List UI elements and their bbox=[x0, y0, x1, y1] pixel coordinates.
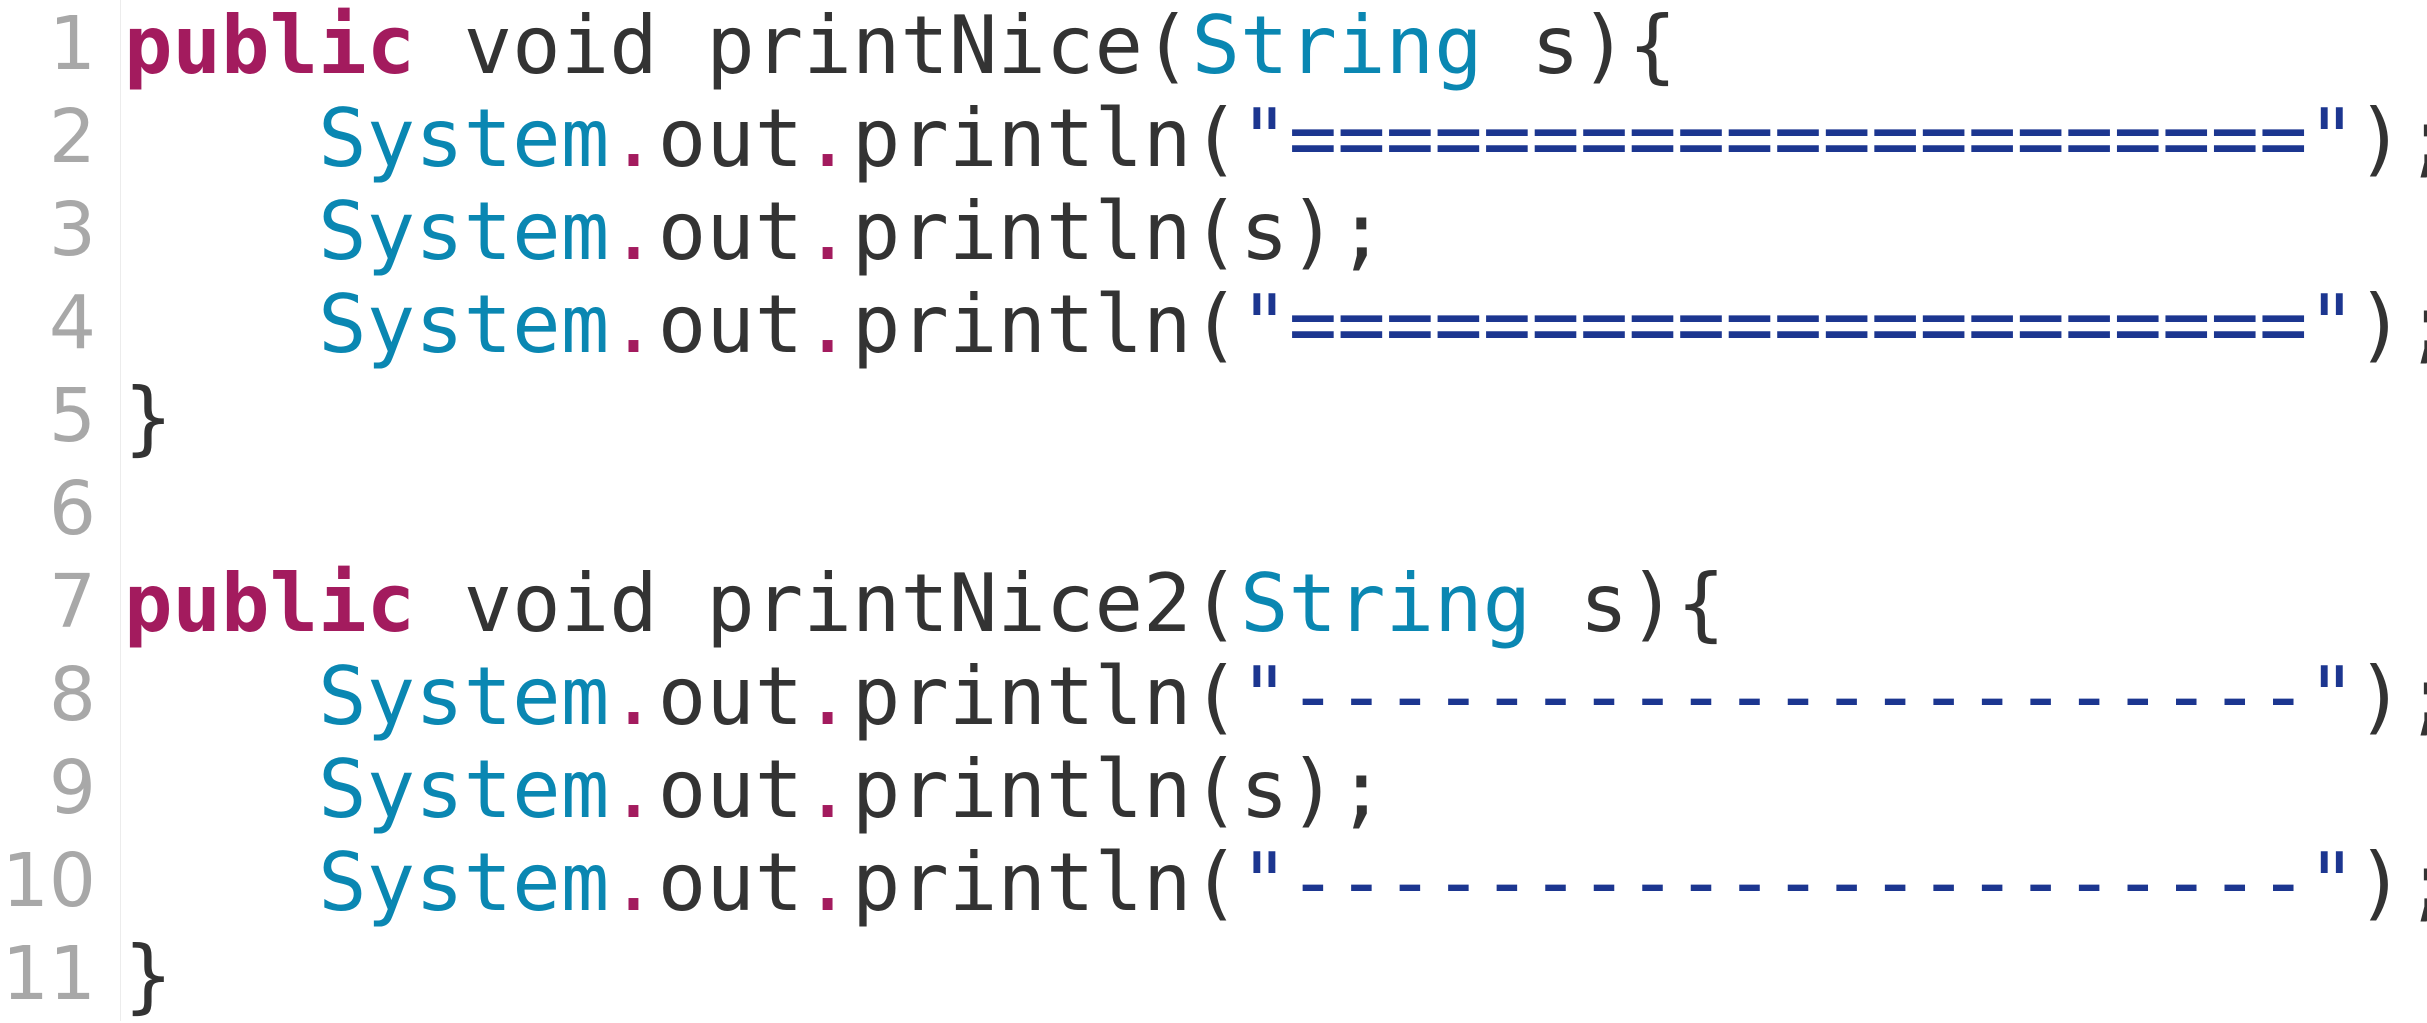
dot-token: . bbox=[803, 743, 852, 837]
line-number: 10 bbox=[1, 838, 96, 924]
dot-token: . bbox=[609, 185, 658, 279]
code-token: out bbox=[657, 836, 804, 930]
code-token: out bbox=[657, 278, 804, 372]
string-literal-token: "=====================" bbox=[1240, 278, 2357, 372]
code-token: void printNice( bbox=[415, 0, 1192, 93]
code-token: s){ bbox=[1531, 557, 1726, 651]
code-line[interactable]: 10 System.out.println("-----------------… bbox=[0, 837, 2427, 930]
dot-token: . bbox=[803, 185, 852, 279]
code-line[interactable]: 7 public void printNice2(String s){ bbox=[0, 558, 2427, 651]
code-token: println( bbox=[851, 278, 1241, 372]
type-token: System bbox=[318, 185, 610, 279]
code-token: out bbox=[657, 650, 804, 744]
code-token: out bbox=[657, 185, 804, 279]
type-token: System bbox=[318, 743, 610, 837]
code-token: ); bbox=[2356, 836, 2427, 930]
line-number: 7 bbox=[48, 559, 96, 645]
code-token: ); bbox=[2356, 278, 2427, 372]
code-line[interactable]: 9 System.out.println(s); bbox=[0, 744, 2427, 837]
line-number: 9 bbox=[48, 745, 96, 831]
code-line[interactable]: 3 System.out.println(s); bbox=[0, 186, 2427, 279]
line-number: 8 bbox=[48, 652, 96, 738]
dot-token: . bbox=[803, 836, 852, 930]
dot-token: . bbox=[609, 743, 658, 837]
code-line[interactable]: 6 bbox=[0, 465, 2427, 558]
code-token: println( bbox=[851, 650, 1241, 744]
line-number: 5 bbox=[48, 373, 96, 459]
line-code[interactable]: System.out.println("====================… bbox=[124, 279, 2427, 372]
string-literal-token: "---------------------" bbox=[1240, 650, 2357, 744]
code-line[interactable]: 1 public void printNice(String s){ bbox=[0, 0, 2427, 93]
code-line[interactable]: 11} bbox=[0, 930, 2427, 1023]
line-number: 1 bbox=[48, 1, 96, 87]
line-code[interactable]: System.out.println("====================… bbox=[124, 93, 2427, 186]
code-line[interactable]: 2 System.out.println("==================… bbox=[0, 93, 2427, 186]
dot-token: . bbox=[803, 92, 852, 186]
line-number: 6 bbox=[48, 466, 96, 552]
line-code[interactable]: System.out.println("--------------------… bbox=[124, 837, 2427, 930]
code-token: out bbox=[657, 92, 804, 186]
dot-token: . bbox=[609, 92, 658, 186]
code-token: println(s); bbox=[851, 743, 1386, 837]
dot-token: . bbox=[609, 836, 658, 930]
code-token: ); bbox=[2356, 92, 2427, 186]
dot-token: . bbox=[803, 278, 852, 372]
code-token: } bbox=[124, 371, 173, 465]
code-editor[interactable]: 1 public void printNice(String s){2 Syste… bbox=[0, 0, 2427, 1023]
line-number: 3 bbox=[48, 187, 96, 273]
code-token: println(s); bbox=[851, 185, 1386, 279]
dot-token: . bbox=[803, 650, 852, 744]
line-code[interactable]: System.out.println("--------------------… bbox=[124, 651, 2427, 744]
line-code[interactable]: public void printNice(String s){ bbox=[124, 0, 1677, 93]
code-line[interactable]: 8 System.out.println("------------------… bbox=[0, 651, 2427, 744]
code-token: out bbox=[657, 743, 804, 837]
line-number: 2 bbox=[48, 94, 96, 180]
string-literal-token: "=====================" bbox=[1240, 92, 2357, 186]
line-code[interactable]: System.out.println(s); bbox=[124, 186, 1386, 279]
keyword-token: public bbox=[124, 0, 416, 93]
dot-token: . bbox=[609, 650, 658, 744]
line-code[interactable]: } bbox=[124, 372, 173, 465]
code-line[interactable]: 4 System.out.println("==================… bbox=[0, 279, 2427, 372]
code-token: s){ bbox=[1482, 0, 1677, 93]
type-token: String bbox=[1191, 0, 1483, 93]
code-token: println( bbox=[851, 92, 1241, 186]
line-code[interactable]: public void printNice2(String s){ bbox=[124, 558, 1725, 651]
type-token: System bbox=[318, 650, 610, 744]
type-token: System bbox=[318, 278, 610, 372]
string-literal-token: "---------------------" bbox=[1240, 836, 2357, 930]
keyword-token: public bbox=[124, 557, 416, 651]
line-number: 4 bbox=[48, 280, 96, 366]
type-token: System bbox=[318, 92, 610, 186]
code-token: ); bbox=[2356, 650, 2427, 744]
code-token: println( bbox=[851, 836, 1241, 930]
line-code[interactable]: System.out.println(s); bbox=[124, 744, 1386, 837]
type-token: System bbox=[318, 836, 610, 930]
code-token: } bbox=[124, 929, 173, 1023]
line-number: 11 bbox=[1, 931, 96, 1017]
code-line[interactable]: 5} bbox=[0, 372, 2427, 465]
line-code[interactable]: } bbox=[124, 930, 173, 1023]
type-token: String bbox=[1240, 557, 1532, 651]
code-token: void printNice2( bbox=[415, 557, 1241, 651]
dot-token: . bbox=[609, 278, 658, 372]
